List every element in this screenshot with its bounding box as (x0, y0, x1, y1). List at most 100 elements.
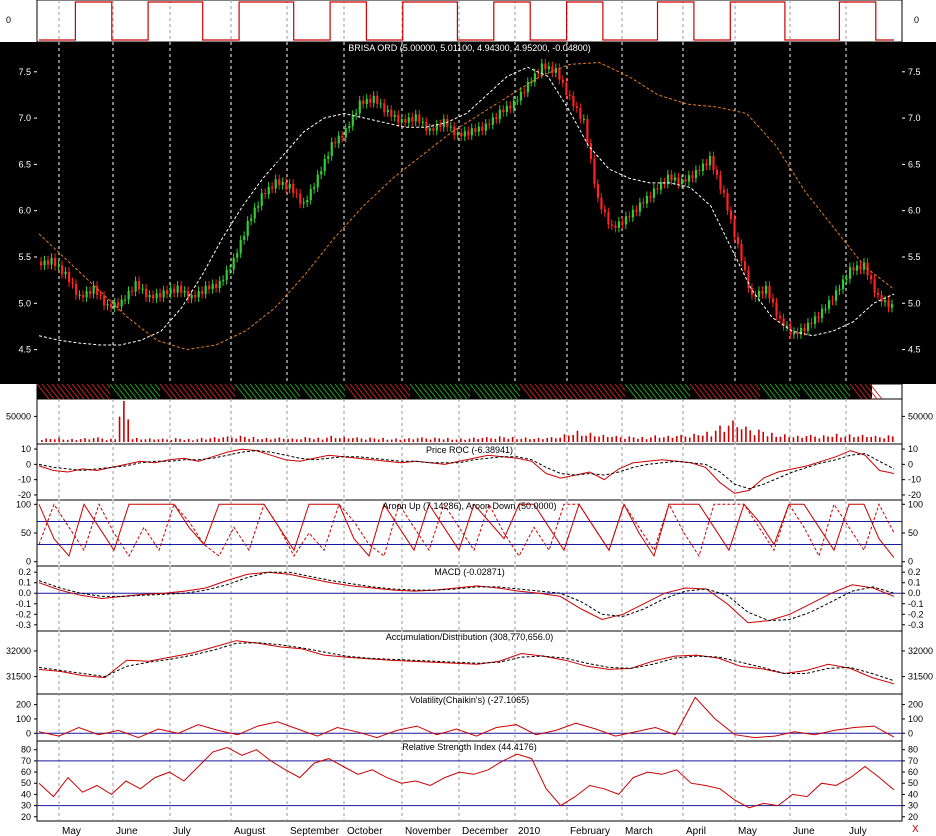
price-candle-body (82, 294, 85, 298)
price-candle-body (169, 288, 172, 294)
volume-bar (537, 437, 540, 442)
rsi-tick-left: 70 (21, 756, 31, 766)
roc-title: Price ROC (-6.38941) (426, 445, 513, 455)
rsi-tick-right: 70 (908, 756, 918, 766)
volume-bar (853, 437, 855, 442)
price-candle-body (134, 281, 137, 292)
price-marker: T (832, 236, 838, 246)
price-candle-body (617, 221, 621, 228)
volume-bar (343, 436, 345, 442)
price-candle-body (302, 202, 305, 204)
price-candle-body (131, 290, 134, 292)
chaikin-tick-right: 0 (908, 728, 913, 738)
volume-bar (546, 437, 549, 442)
price-candle-body (505, 105, 508, 113)
month-label: September (290, 826, 340, 836)
price-candle-body (211, 283, 214, 290)
volume-bar (287, 439, 289, 442)
price-candle-body (512, 100, 515, 109)
volume-bar (766, 436, 769, 442)
price-candle-body (642, 202, 645, 204)
month-label: 2010 (518, 826, 541, 836)
volume-bar (460, 438, 462, 442)
price-candle-body (362, 100, 365, 104)
rsi-tick-left: 80 (21, 745, 31, 755)
price-candle-body (834, 290, 838, 301)
volume-bar (706, 431, 708, 442)
price-candle-body (208, 285, 211, 290)
macd-tick-left: -0.3 (15, 620, 31, 630)
volume-bar (840, 437, 842, 442)
price-candle-body (537, 73, 540, 75)
volume-bar (861, 434, 864, 442)
price-candle-body (880, 294, 883, 302)
volume-bar (356, 437, 358, 442)
volume-bar (701, 435, 704, 442)
rsi-tick-right: 30 (908, 801, 918, 811)
volume-bar (771, 432, 773, 442)
close-chart-button[interactable]: X (912, 824, 919, 835)
price-candle-body (99, 294, 102, 296)
volume-bar (784, 434, 786, 442)
volume-bar (97, 437, 99, 442)
macd-tick-left: -0.1 (15, 599, 31, 609)
volume-bar (144, 439, 147, 442)
price-candle-body (166, 290, 169, 294)
volume-bar (857, 436, 860, 442)
macd-tick-right: -0.1 (908, 599, 924, 609)
volume-bar (645, 439, 648, 442)
price-candle-body (558, 68, 561, 80)
volume-bar (330, 435, 333, 442)
volume-bar (321, 439, 324, 442)
price-candle-body (313, 187, 316, 190)
aroon-tick-right: 50 (908, 528, 918, 538)
volume-bar (714, 430, 717, 442)
price-candle-body (274, 179, 277, 189)
volume-bar (516, 439, 518, 442)
volume-bar (796, 435, 799, 442)
volume-bar (92, 438, 95, 442)
volume-bar (382, 437, 384, 442)
price-candle-body (43, 260, 46, 266)
rsi-title: Relative Strength Index (44.4176) (402, 742, 537, 752)
price-candle-body (516, 100, 519, 102)
volume-bar (563, 434, 566, 442)
volume-bar (403, 439, 406, 442)
volume-bar (485, 437, 488, 442)
month-label: July (173, 826, 191, 836)
price-candle-body (124, 299, 127, 301)
price-candle-body (778, 315, 782, 319)
volume-bar (632, 437, 635, 442)
roc-tick-left: 10 (21, 444, 31, 454)
volume-bar (477, 438, 479, 442)
price-candle-body (243, 235, 246, 241)
price-candle-body (729, 210, 733, 220)
volume-bar (520, 438, 523, 442)
price-candle-body (106, 304, 109, 306)
volume-bar (585, 435, 587, 442)
price-candle-body (390, 109, 393, 117)
price-candle-body (201, 290, 204, 294)
price-candle-body (180, 285, 183, 293)
volume-bar (472, 437, 475, 442)
volume-bar (576, 430, 579, 442)
volume-bar (801, 437, 803, 442)
price-candle-body (379, 103, 382, 105)
price-candle-body (722, 189, 726, 194)
price-candle-body (281, 182, 284, 185)
volume-bar (183, 440, 186, 442)
price-marker: T (355, 80, 361, 90)
price-candle-body (113, 302, 116, 308)
price-marker: T (495, 100, 501, 110)
volume-bar (494, 438, 497, 442)
price-candle-body (96, 285, 99, 295)
volume-bar (377, 439, 380, 442)
volume-bar (602, 434, 605, 442)
price-candle-body (701, 163, 705, 172)
volume-bar (390, 439, 393, 442)
price-candle-body (603, 209, 607, 213)
volume-bar (619, 437, 622, 442)
price-candle-body (89, 290, 92, 294)
macd-tick-right: 0.0 (908, 588, 921, 598)
volume-bar (835, 433, 838, 442)
